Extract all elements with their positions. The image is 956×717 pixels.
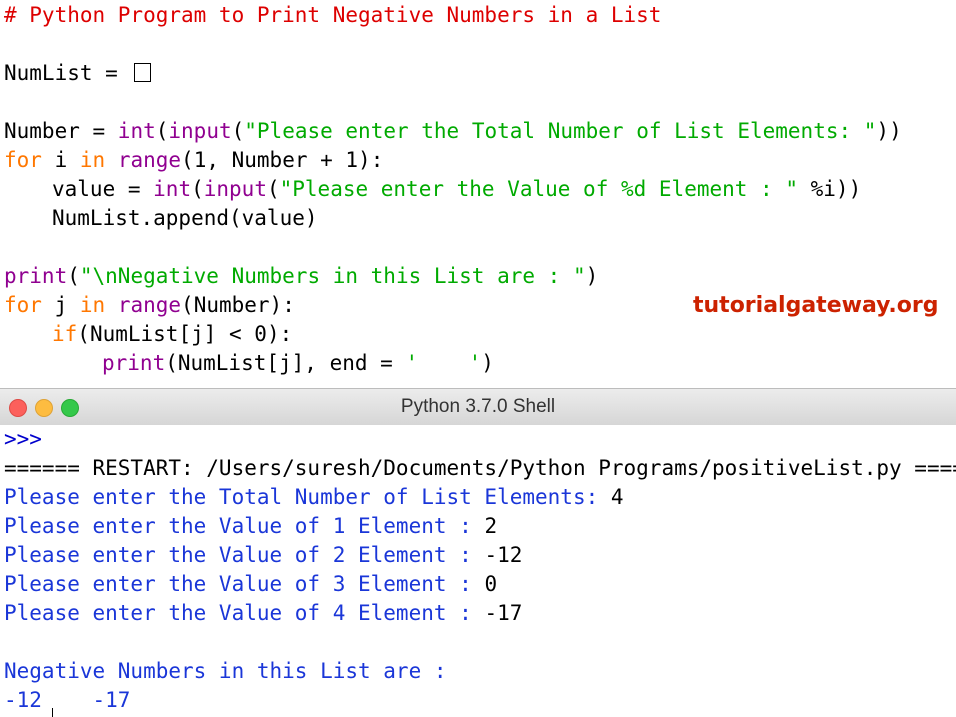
prompt-text: Please enter the Value of 2 Element : — [4, 543, 484, 567]
user-input: 0 — [484, 572, 497, 596]
code-token — [105, 293, 118, 317]
code-token: %i)) — [798, 177, 861, 201]
window-title: Python 3.7.0 Shell — [0, 389, 956, 425]
prompt-text: Please enter the Value of 3 Element : — [4, 572, 484, 596]
code-token: (NumList[j], end = — [165, 351, 405, 375]
code-token-keyword: in — [80, 293, 105, 317]
shell-line-3: Please enter the Value of 2 Element : -1… — [4, 541, 522, 570]
shell-line-1: Please enter the Total Number of List El… — [4, 483, 624, 512]
code-editor[interactable]: # Python Program to Print Negative Numbe… — [0, 0, 956, 386]
text-cursor — [52, 708, 53, 717]
shell-output[interactable]: >>> ====== RESTART: /Users/suresh/Docume… — [0, 425, 956, 717]
code-token: ) — [586, 264, 599, 288]
code-token: (NumList[j] < 0): — [77, 322, 292, 346]
code-token-builtin: int — [153, 177, 191, 201]
code-token-keyword: in — [80, 148, 105, 172]
code-line-append: NumList.append(value) — [52, 203, 318, 233]
shell-line-2: Please enter the Value of 1 Element : 2 — [4, 512, 497, 541]
code-token: ( — [232, 119, 245, 143]
empty-list-box-glyph — [134, 63, 151, 82]
code-line-numlist: NumList = — [4, 58, 151, 88]
code-line-value-input: value = int(input("Please enter the Valu… — [52, 174, 861, 204]
shell-line-4: Please enter the Value of 3 Element : 0 — [4, 570, 497, 599]
result-header: Negative Numbers in this List are : — [4, 657, 447, 686]
code-token: ( — [267, 177, 280, 201]
user-input: -17 — [484, 601, 522, 625]
shell-prompt: >>> — [4, 425, 42, 454]
code-line-print-value: print(NumList[j], end = ' ') — [102, 348, 494, 378]
code-token: j — [42, 293, 80, 317]
shell-line-5: Please enter the Value of 4 Element : -1… — [4, 599, 522, 628]
result-values: -12 -17 — [4, 686, 130, 715]
code-token-builtin: input — [168, 119, 231, 143]
code-token: Number — [4, 119, 80, 143]
user-input: 2 — [484, 514, 497, 538]
code-token: i — [42, 148, 80, 172]
code-token: ( — [191, 177, 204, 201]
code-token: (Number): — [181, 293, 295, 317]
restart-line: ====== RESTART: /Users/suresh/Documents/… — [4, 454, 956, 483]
code-token: ) — [481, 351, 494, 375]
prompt-text: Please enter the Total Number of List El… — [4, 485, 611, 509]
code-token-builtin: print — [4, 264, 67, 288]
code-token-keyword: for — [4, 148, 42, 172]
code-token-keyword: for — [4, 293, 42, 317]
code-token-keyword: if — [52, 322, 77, 346]
code-token-string: "\nNegative Numbers in this List are : " — [80, 264, 586, 288]
code-line-print-header: print("\nNegative Numbers in this List a… — [4, 261, 598, 291]
code-token: = — [80, 119, 118, 143]
code-token-builtin: input — [204, 177, 267, 201]
user-input: -12 — [484, 543, 522, 567]
code-token-builtin: range — [118, 148, 181, 172]
code-token — [105, 148, 118, 172]
prompt-text: Please enter the Value of 4 Element : — [4, 601, 484, 625]
code-token: ( — [67, 264, 80, 288]
code-token-string: "Please enter the Total Number of List E… — [244, 119, 876, 143]
code-token: )) — [876, 119, 901, 143]
code-token: NumList = — [4, 61, 130, 85]
comment-line: # Python Program to Print Negative Numbe… — [4, 0, 661, 30]
watermark-logo: tutorialgateway.org — [693, 293, 939, 318]
user-input: 4 — [611, 485, 624, 509]
code-token-builtin: int — [118, 119, 156, 143]
code-line-for-i: for i in range(1, Number + 1): — [4, 145, 383, 175]
code-line-for-j: for j in range(Number): — [4, 290, 295, 320]
code-token: value = — [52, 177, 153, 201]
code-token: (1, Number + 1): — [181, 148, 383, 172]
code-token-builtin: range — [118, 293, 181, 317]
shell-window-titlebar[interactable]: Python 3.7.0 Shell — [0, 388, 956, 426]
prompt-text: Please enter the Value of 1 Element : — [4, 514, 484, 538]
code-token-builtin: print — [102, 351, 165, 375]
code-line-if: if(NumList[j] < 0): — [52, 319, 292, 349]
code-token-string: ' ' — [405, 351, 481, 375]
code-line-number-input: Number = int(input("Please enter the Tot… — [4, 116, 902, 146]
code-token: ( — [156, 119, 169, 143]
code-token-string: "Please enter the Value of %d Element : … — [280, 177, 798, 201]
